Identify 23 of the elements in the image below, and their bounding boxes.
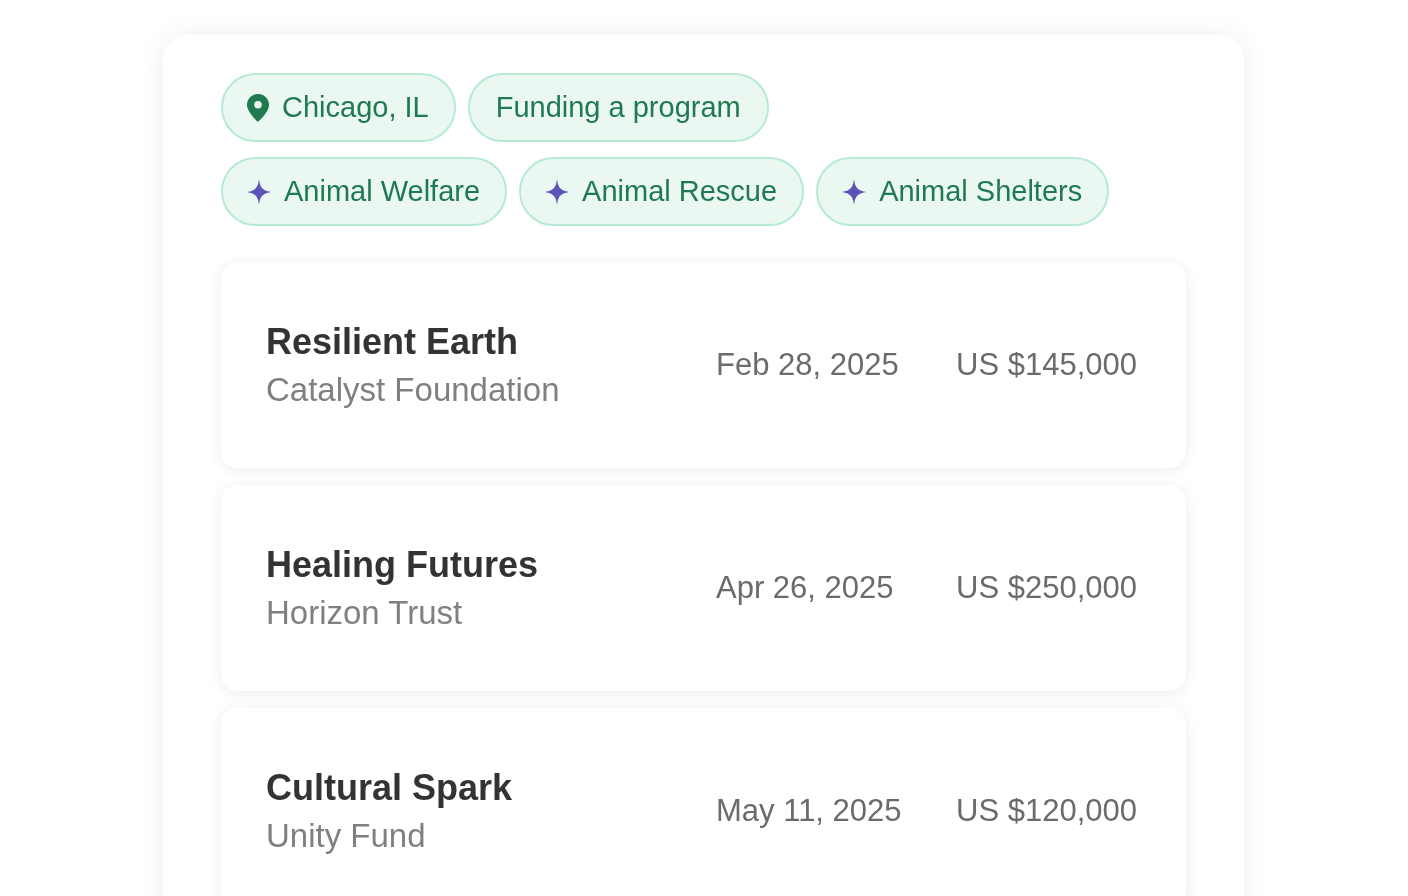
grant-card[interactable]: Cultural Spark Unity Fund May 11, 2025 US $120,000 <box>221 708 1186 896</box>
filter-chip[interactable]: Funding a program <box>467 73 769 142</box>
grant-amount: US $250,000 <box>956 568 1137 607</box>
grant-title: Cultural Spark <box>266 766 514 810</box>
topic-chip[interactable]: Animal Rescue <box>519 157 805 226</box>
grant-title: Resilient Earth <box>266 320 520 364</box>
deadline-date: Apr 26, 2025 <box>716 568 894 607</box>
funder-name: Horizon Trust <box>266 593 464 633</box>
filter-chip[interactable]: Chicago, IL <box>221 73 456 142</box>
grant-amount: US $120,000 <box>956 791 1137 830</box>
grant-title: Healing Futures <box>266 543 540 587</box>
sparkle-icon <box>842 178 867 205</box>
topic-chip[interactable]: Animal Shelters <box>816 157 1110 226</box>
grant-card[interactable]: Healing Futures Horizon Trust Apr 26, 2025 US $250,000 <box>221 485 1186 691</box>
deadline-date: Feb 28, 2025 <box>716 345 899 384</box>
deadline-date: May 11, 2025 <box>716 791 902 830</box>
grant-card[interactable]: Resilient Earth Catalyst Foundation Feb 28, 2025 US $145,000 <box>221 262 1186 468</box>
grant-amount: US $145,000 <box>956 345 1137 384</box>
funder-name: Catalyst Foundation <box>266 370 561 410</box>
map-pin-icon <box>247 93 269 122</box>
topic-chip[interactable]: Animal Welfare <box>221 157 508 226</box>
funder-name: Unity Fund <box>266 816 427 856</box>
sparkle-icon <box>545 178 570 205</box>
